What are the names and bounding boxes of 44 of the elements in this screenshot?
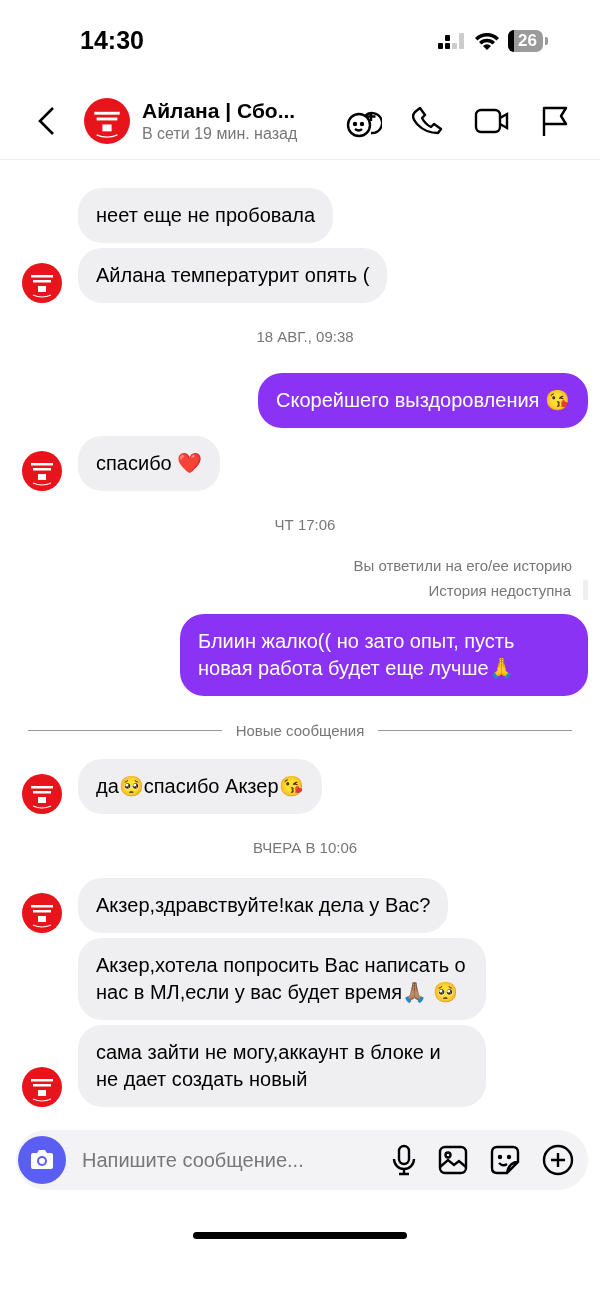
signal-icon bbox=[438, 32, 467, 50]
contact-name[interactable]: Айлана | Сбо... bbox=[142, 98, 346, 123]
avatar-icon bbox=[22, 1067, 62, 1107]
message-bubble[interactable]: Акзер,здравствуйте!как дела у Вас? bbox=[78, 878, 449, 933]
microphone-icon bbox=[392, 1144, 416, 1176]
avatar-icon bbox=[22, 263, 62, 303]
message-bubble[interactable]: неет еще не пробовала bbox=[78, 188, 334, 243]
camera-icon bbox=[29, 1149, 55, 1171]
avatar-icon bbox=[22, 451, 62, 491]
message-bubble[interactable]: сама зайти не могу,аккаунт в блоке и не дает создать новый bbox=[78, 1025, 486, 1107]
plus-circle-icon bbox=[542, 1144, 574, 1176]
video-call-button[interactable] bbox=[474, 106, 510, 135]
back-icon bbox=[36, 105, 56, 136]
image-icon bbox=[438, 1145, 468, 1175]
report-button[interactable] bbox=[540, 104, 570, 137]
message-bubble[interactable]: Акзер,хотела попросить Вас написать о нас в МЛ,если у вас будет время🙏🏽 🥺 bbox=[78, 938, 486, 1020]
date-separator: 18 АВГ., 09:38 bbox=[256, 328, 354, 345]
message-bubble[interactable]: да🥺спасибо Акзер😘 bbox=[78, 759, 322, 814]
call-button[interactable] bbox=[412, 104, 444, 137]
sticker-button[interactable] bbox=[490, 1145, 520, 1175]
message-bubble[interactable]: Айлана температурит опять ( bbox=[78, 248, 388, 303]
phone-icon bbox=[412, 104, 444, 137]
add-button[interactable] bbox=[542, 1144, 574, 1176]
message-bubble[interactable]: Скорейшего выздоровления 😘 bbox=[258, 373, 588, 428]
sticker-icon bbox=[490, 1145, 520, 1175]
story-unavailable-note: История недоступна bbox=[428, 581, 571, 599]
new-messages-divider: Новые сообщения bbox=[235, 722, 365, 739]
video-camera-icon bbox=[474, 106, 510, 135]
clock: 14:30 bbox=[80, 25, 145, 56]
date-separator: ВЧЕРА В 10:06 bbox=[252, 839, 358, 856]
flag-icon bbox=[540, 104, 570, 137]
reply-note: Вы ответили на его/ее историю bbox=[353, 557, 572, 574]
back-button[interactable] bbox=[36, 105, 56, 136]
avatar-icon bbox=[22, 774, 62, 814]
voice-button[interactable] bbox=[392, 1144, 416, 1176]
message-bubble[interactable]: спасибо ❤ bbox=[78, 436, 221, 491]
avatar-icon bbox=[22, 893, 62, 933]
gallery-button[interactable] bbox=[438, 1145, 468, 1175]
date-separator: ЧТ 17:06 bbox=[274, 516, 336, 533]
avatar-icon bbox=[84, 97, 130, 144]
online-status: В сети 19 мин. назад bbox=[142, 124, 299, 143]
wifi-icon bbox=[474, 31, 501, 51]
message-bubble[interactable]: Блиин жалко(( но зато опыт, пусть новая работа будет еще лучше🙏 bbox=[180, 614, 588, 696]
camera-button[interactable] bbox=[18, 1136, 66, 1184]
